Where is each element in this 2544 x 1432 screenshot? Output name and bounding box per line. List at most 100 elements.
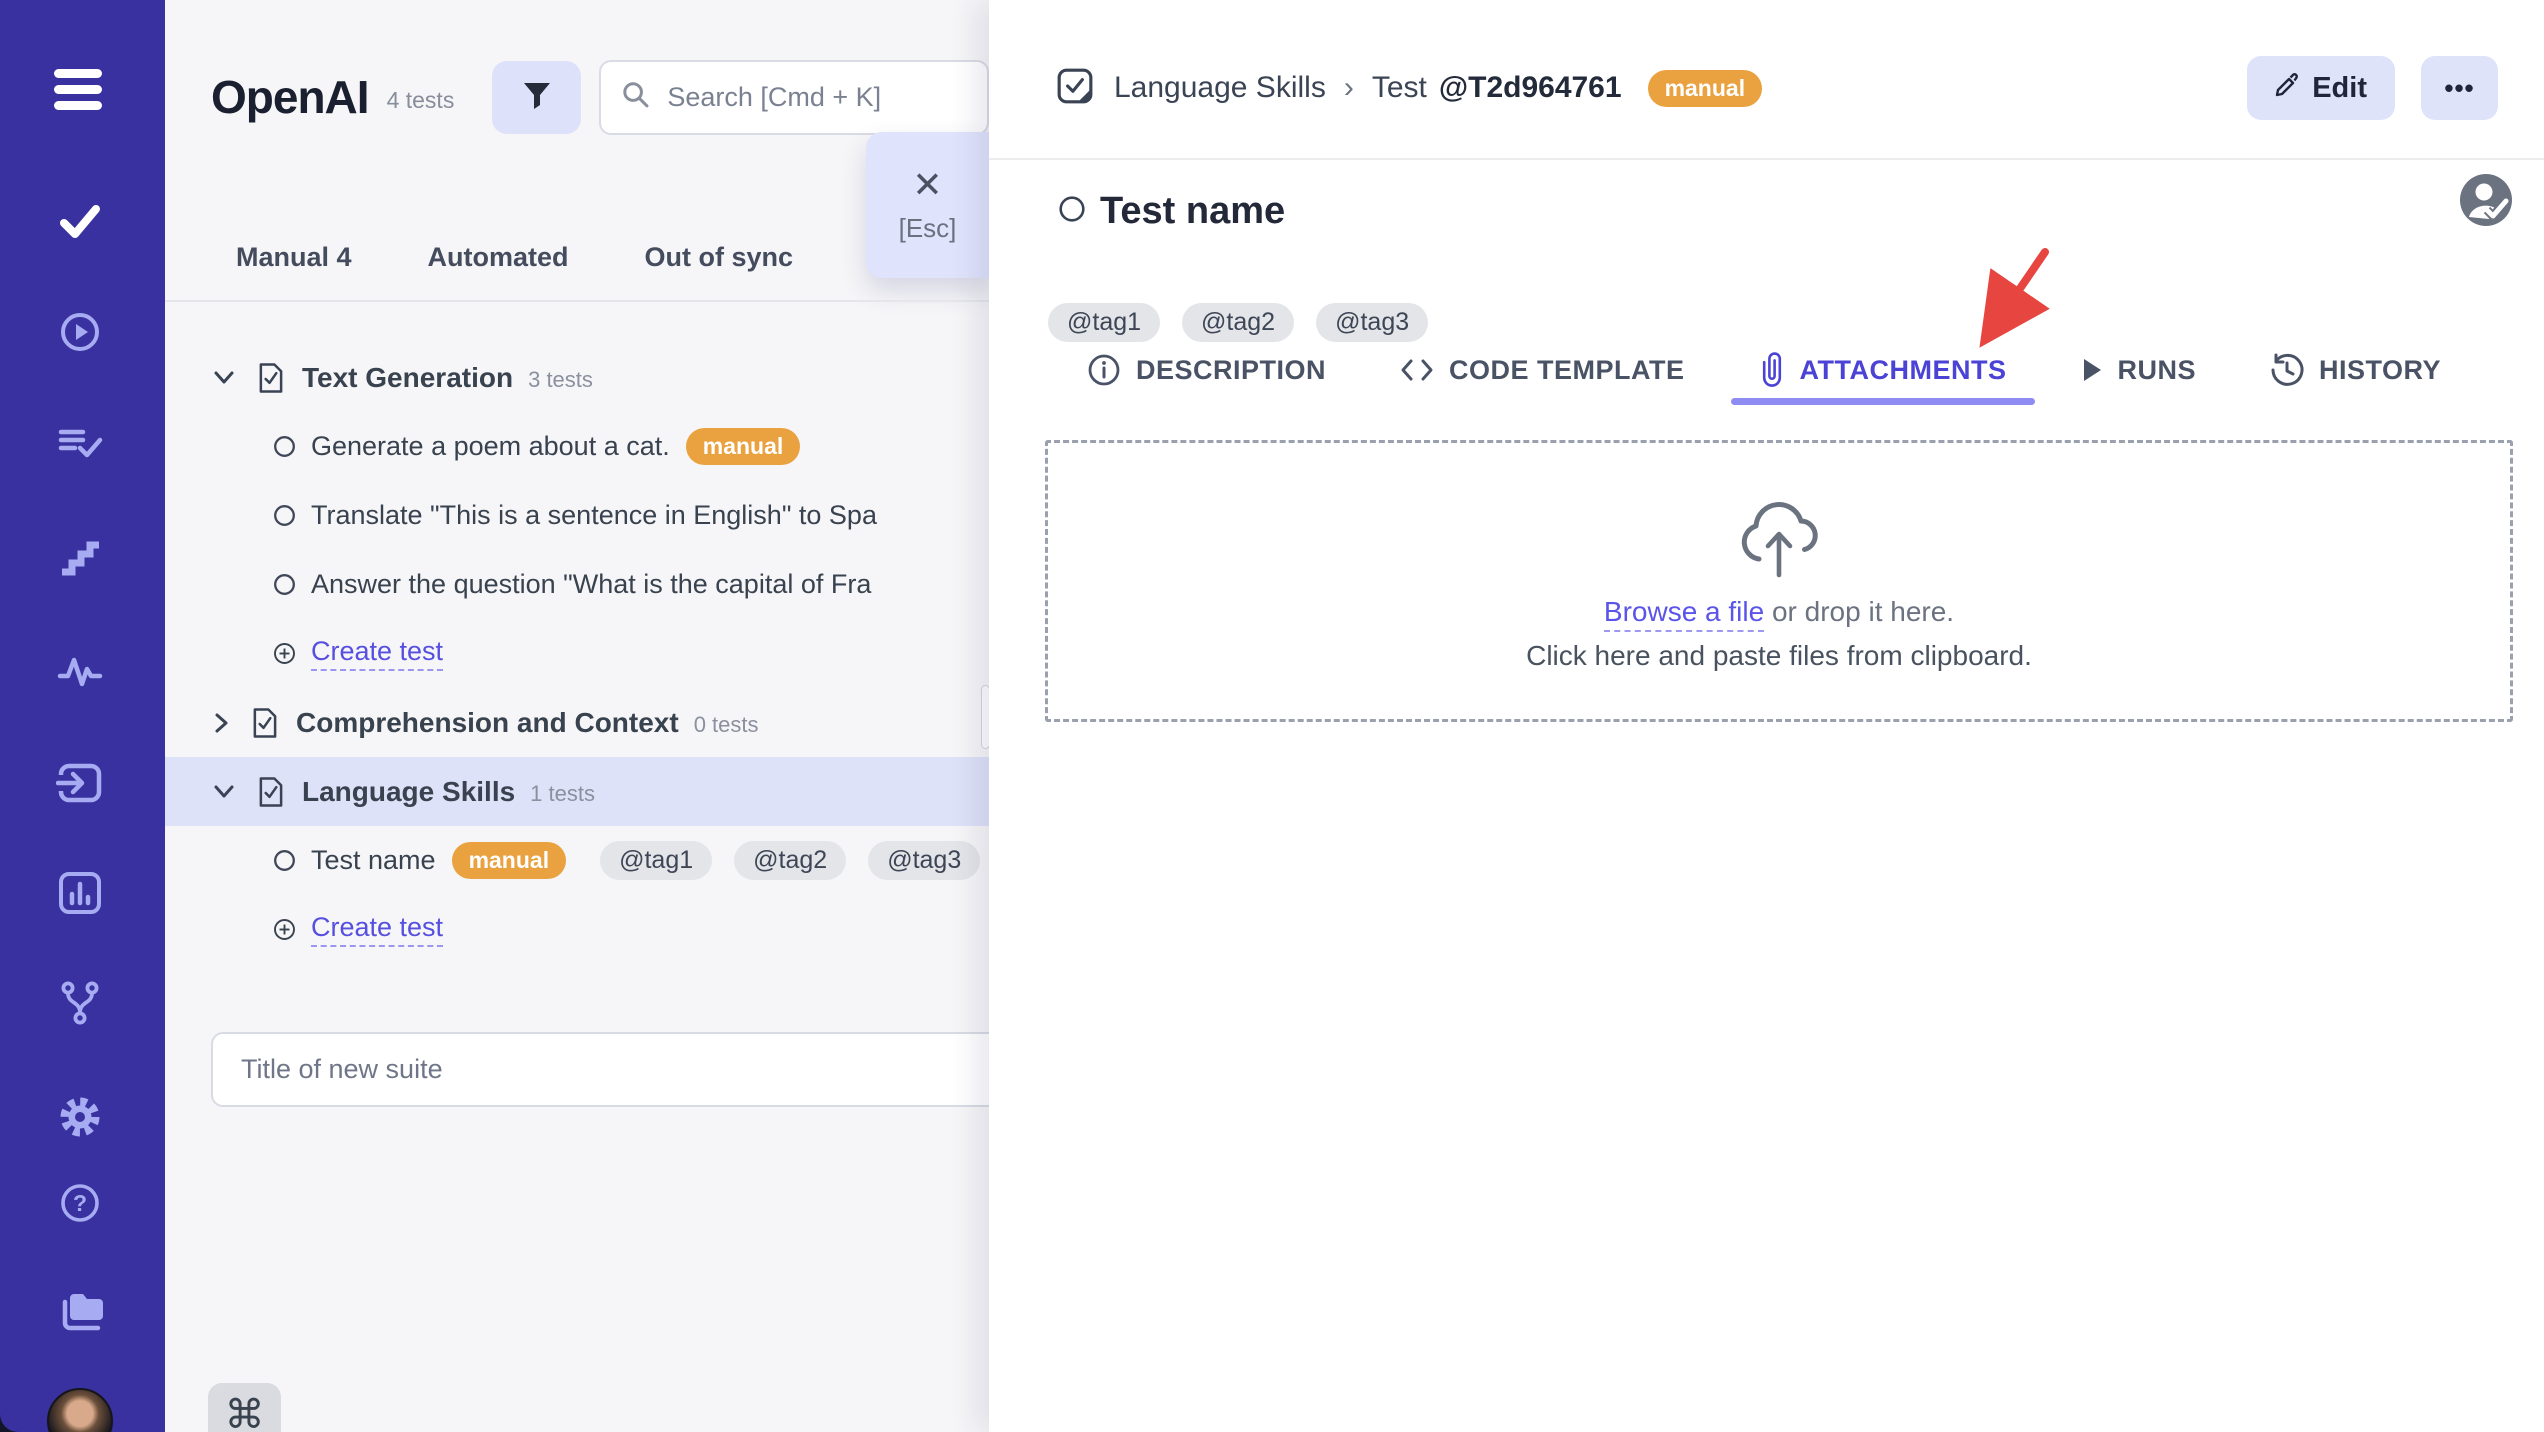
new-suite-title-input[interactable] bbox=[211, 1032, 1111, 1107]
edit-button-label: Edit bbox=[2312, 71, 2367, 104]
play-icon bbox=[2083, 359, 2101, 381]
suite-file-icon bbox=[257, 776, 284, 808]
more-options-button[interactable]: ••• bbox=[2421, 56, 2498, 120]
test-row[interactable]: Generate a poem about a cat. manual bbox=[165, 412, 989, 481]
checklist-icon[interactable] bbox=[56, 421, 104, 469]
suite-tree: Text Generation 3 tests Generate a poem … bbox=[165, 343, 989, 964]
file-dropzone[interactable]: Browse a file or drop it here. Click her… bbox=[1045, 440, 2513, 722]
breadcrumb-suite-link[interactable]: Language Skills bbox=[1114, 71, 1326, 105]
cloud-upload-icon bbox=[1729, 495, 1829, 584]
reports-bar-chart-icon[interactable] bbox=[56, 869, 104, 917]
tag-pill[interactable]: @tag1 bbox=[1048, 303, 1161, 342]
suite-name[interactable]: Comprehension and Context bbox=[296, 707, 679, 739]
manual-badge: manual bbox=[1647, 69, 1763, 107]
suite-row-comprehension[interactable]: Comprehension and Context 0 tests bbox=[165, 688, 989, 757]
filter-tabs: Manual 4 Automated Out of sync bbox=[165, 214, 989, 302]
breadcrumb-task-icon bbox=[1056, 67, 1094, 110]
chevron-down-icon[interactable] bbox=[213, 784, 235, 800]
test-tags: @tag1 @tag2 @tag3 bbox=[1048, 303, 1429, 342]
activity-pulse-icon[interactable] bbox=[56, 648, 104, 696]
suite-name[interactable]: Text Generation bbox=[302, 362, 513, 394]
suite-row-text-generation[interactable]: Text Generation 3 tests bbox=[165, 343, 989, 412]
test-circle-icon bbox=[1058, 195, 1086, 228]
chevron-right-icon[interactable] bbox=[213, 712, 229, 734]
settings-gear-icon[interactable] bbox=[56, 1093, 104, 1141]
test-title-row: Test name bbox=[1058, 190, 1285, 233]
breadcrumb-test-prefix: Test bbox=[1371, 71, 1427, 104]
runs-play-circle-icon[interactable] bbox=[56, 308, 104, 356]
tag-pill[interactable]: @tag3 bbox=[1316, 303, 1429, 342]
projects-folders-icon[interactable] bbox=[56, 1286, 104, 1334]
funnel-icon bbox=[521, 80, 553, 115]
create-test-link[interactable]: Create test bbox=[311, 636, 444, 671]
svg-text:?: ? bbox=[73, 1190, 87, 1216]
suite-file-icon bbox=[257, 362, 284, 394]
active-tab-underline bbox=[1730, 398, 2035, 405]
detail-tabs: DESCRIPTION CODE TEMPLATE ATTACHMENTS RU… bbox=[1087, 248, 2441, 405]
close-icon[interactable]: ✕ bbox=[912, 166, 942, 203]
test-name[interactable]: Translate "This is a sentence in English… bbox=[311, 500, 877, 531]
filter-button[interactable] bbox=[492, 60, 582, 134]
test-title: Test name bbox=[1100, 190, 1286, 232]
edit-button[interactable]: Edit bbox=[2247, 56, 2395, 120]
circle-plus-icon bbox=[273, 918, 296, 941]
circle-plus-icon bbox=[273, 642, 296, 665]
test-circle-icon bbox=[273, 435, 296, 458]
git-branch-icon[interactable] bbox=[56, 979, 104, 1027]
test-name[interactable]: Generate a poem about a cat. bbox=[311, 431, 670, 462]
tab-code-template[interactable]: CODE TEMPLATE bbox=[1400, 355, 1685, 386]
tag-pill[interactable]: @tag1 bbox=[600, 841, 713, 880]
breadcrumb-test-id[interactable]: @T2d964761 bbox=[1439, 71, 1622, 105]
tag-pill[interactable]: @tag2 bbox=[734, 841, 847, 880]
tab-out-of-sync[interactable]: Out of sync bbox=[645, 242, 794, 273]
tag-pill[interactable]: @tag2 bbox=[1182, 303, 1295, 342]
tab-description[interactable]: DESCRIPTION bbox=[1087, 353, 1326, 387]
annotation-arrow bbox=[1978, 248, 2050, 348]
test-row[interactable]: Answer the question "What is the capital… bbox=[165, 550, 989, 619]
command-key-button[interactable]: ⌘ bbox=[208, 1383, 281, 1432]
paperclip-icon bbox=[1762, 352, 1781, 387]
pencil-icon bbox=[2275, 72, 2299, 105]
create-test-row[interactable]: Create test bbox=[165, 895, 989, 964]
tab-history[interactable]: HISTORY bbox=[2270, 353, 2441, 387]
test-row[interactable]: Translate "This is a sentence in English… bbox=[165, 481, 989, 550]
project-panel: OpenAI 4 tests ✕ [Esc] Manual 4 Automate… bbox=[165, 0, 1111, 1432]
steps-stairs-icon[interactable] bbox=[56, 533, 104, 581]
chevron-down-icon[interactable] bbox=[213, 370, 235, 386]
test-name[interactable]: Answer the question "What is the capital… bbox=[311, 569, 871, 600]
search-input[interactable] bbox=[667, 81, 967, 113]
test-circle-icon bbox=[273, 573, 296, 596]
suite-row-language-skills[interactable]: Language Skills 1 tests bbox=[165, 757, 989, 826]
header-divider bbox=[989, 158, 2544, 160]
create-test-link[interactable]: Create test bbox=[311, 912, 444, 947]
suite-count: 3 tests bbox=[528, 366, 593, 392]
tab-manual[interactable]: Manual 4 bbox=[236, 242, 352, 273]
suite-name[interactable]: Language Skills bbox=[302, 776, 515, 808]
user-avatar[interactable] bbox=[47, 1388, 113, 1432]
suite-count: 1 tests bbox=[530, 780, 595, 806]
detail-header: Language Skills › Test @T2d964761 manual… bbox=[1056, 40, 2498, 136]
test-name[interactable]: Test name bbox=[311, 845, 436, 876]
create-test-row[interactable]: Create test bbox=[165, 619, 989, 688]
tab-runs[interactable]: RUNS bbox=[2081, 355, 2197, 386]
test-row-test-name[interactable]: Test name manual @tag1 @tag2 @tag3 bbox=[165, 826, 989, 895]
help-icon[interactable]: ? bbox=[56, 1179, 104, 1227]
code-icon bbox=[1401, 359, 1433, 381]
history-icon bbox=[2271, 353, 2304, 386]
menu-icon[interactable] bbox=[54, 65, 102, 113]
tab-automated[interactable]: Automated bbox=[428, 242, 569, 273]
browse-file-link[interactable]: Browse a file bbox=[1603, 596, 1765, 632]
tab-attachments[interactable]: ATTACHMENTS bbox=[1730, 248, 2050, 405]
import-icon[interactable] bbox=[56, 759, 104, 807]
manual-badge: manual bbox=[451, 842, 567, 879]
tests-check-icon[interactable] bbox=[56, 197, 104, 245]
user-check-icon[interactable] bbox=[2458, 172, 2514, 233]
search-box[interactable] bbox=[599, 59, 989, 135]
test-detail-panel: Language Skills › Test @T2d964761 manual… bbox=[989, 0, 2544, 1432]
manual-badge: manual bbox=[685, 428, 801, 465]
project-tests-count: 4 tests bbox=[386, 86, 455, 113]
search-icon bbox=[621, 80, 651, 115]
test-circle-icon bbox=[273, 504, 296, 527]
tag-pill[interactable]: @tag3 bbox=[868, 841, 981, 880]
drop-hint: or drop it here. bbox=[1771, 596, 1955, 627]
